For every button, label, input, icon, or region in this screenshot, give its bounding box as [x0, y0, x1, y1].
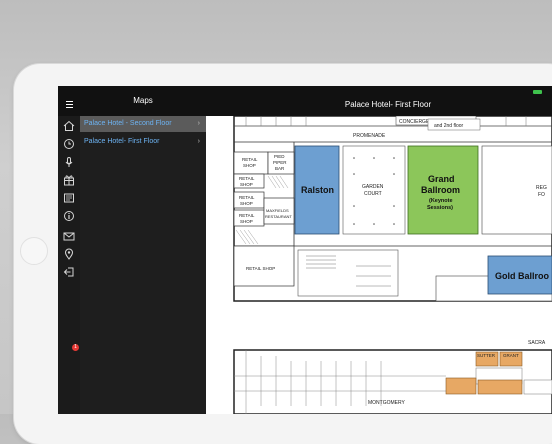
grand-ballroom-label-1: Grand: [428, 174, 455, 184]
orange-meeting-room[interactable]: [477, 379, 523, 395]
floor-list: Palace Hotel - Second Floor › Palace Hot…: [80, 116, 206, 414]
floor-item-first-floor[interactable]: Palace Hotel- First Floor ›: [80, 134, 206, 150]
gift-icon[interactable]: [63, 174, 75, 186]
mail-icon[interactable]: [63, 230, 75, 242]
sacramento-label: SACRA: [528, 340, 546, 346]
concierge-label: CONCIERGE: [399, 119, 430, 125]
location-pin-icon[interactable]: [63, 248, 75, 260]
chevron-right-icon: ›: [197, 120, 200, 127]
battery-icon: [533, 90, 542, 94]
orange-meeting-room[interactable]: [445, 377, 477, 395]
ralston-label: Ralston: [301, 185, 334, 195]
retail-shop-3-label: RETAIL: [239, 195, 255, 200]
service-area: [297, 249, 399, 297]
floor-plan-svg: CONCIERGE and 2nd floor RETAIL SHOP PIED…: [233, 116, 552, 414]
icon-sidebar: 1: [58, 116, 80, 414]
retail-shop-4-label: RETAIL: [239, 213, 255, 218]
to-floor-label: and 2nd floor: [434, 123, 464, 129]
keynote-label-1: (Keynote: [429, 198, 453, 204]
newspaper-icon[interactable]: [63, 192, 75, 204]
pied-piper-label-1: PIED: [274, 154, 285, 159]
info-icon[interactable]: [63, 210, 75, 222]
pied-piper-label-2: PIPER: [273, 160, 287, 165]
hamburger-menu-icon[interactable]: [66, 101, 73, 108]
gold-ballroom-label: Gold Ballroo: [495, 271, 550, 281]
chevron-right-icon: ›: [197, 138, 200, 145]
sutter-label: SUTTER: [477, 353, 496, 358]
maxfields-label-1: MAXFIELDS: [266, 208, 289, 213]
maxfields-label-2: RESTAURANT: [265, 214, 292, 219]
floor-item-second-floor[interactable]: Palace Hotel - Second Floor ›: [80, 116, 206, 132]
wall-details: [245, 116, 527, 126]
map-title: Palace Hotel- First Floor: [344, 100, 432, 109]
grand-ballroom-label-2: Ballroom: [421, 185, 460, 195]
home-icon[interactable]: [63, 120, 75, 132]
promenade-label: PROMENADE: [353, 133, 386, 139]
garden-court[interactable]: [342, 145, 406, 235]
meeting-room[interactable]: [523, 379, 552, 395]
retail-shop-3b-label: SHOP: [240, 201, 253, 206]
floor-map[interactable]: CONCIERGE and 2nd floor RETAIL SHOP PIED…: [206, 116, 552, 414]
top-bar: Maps Palace Hotel- First Floor: [58, 86, 552, 116]
regency-label-1: REG: [536, 185, 547, 191]
grant-label: GRANT: [503, 353, 519, 358]
microphone-icon[interactable]: [63, 156, 75, 168]
retail-shop-label: RETAIL SHOP: [246, 266, 275, 271]
pied-piper-label-3: BAR: [275, 166, 285, 171]
home-button[interactable]: [20, 237, 48, 265]
keynote-label-2: Sessions): [427, 205, 453, 211]
regency-label-2: FO: [538, 192, 545, 198]
retail-shop-2-label: RETAIL: [239, 176, 255, 181]
garden-court-label-2: COURT: [364, 191, 382, 197]
retail-shop-4b-label: SHOP: [240, 219, 253, 224]
clock-icon[interactable]: [63, 138, 75, 150]
retail-shop-2b-label: SHOP: [240, 182, 253, 187]
floor-item-label: Palace Hotel - Second Floor: [84, 120, 172, 127]
garden-court-label-1: GARDEN: [362, 184, 384, 190]
app-screen: Maps Palace Hotel- First Floor 1 Palace …: [58, 86, 552, 414]
panel-title: Maps: [133, 96, 153, 105]
floor-item-label: Palace Hotel- First Floor: [84, 138, 160, 145]
retail-shop-1-label: RETAIL: [242, 157, 258, 162]
retail-shop-1b-label: SHOP: [243, 163, 256, 168]
notification-badge: 1: [72, 344, 79, 351]
montgomery-label: MONTGOMERY: [368, 400, 406, 406]
sign-out-icon[interactable]: [63, 266, 75, 278]
